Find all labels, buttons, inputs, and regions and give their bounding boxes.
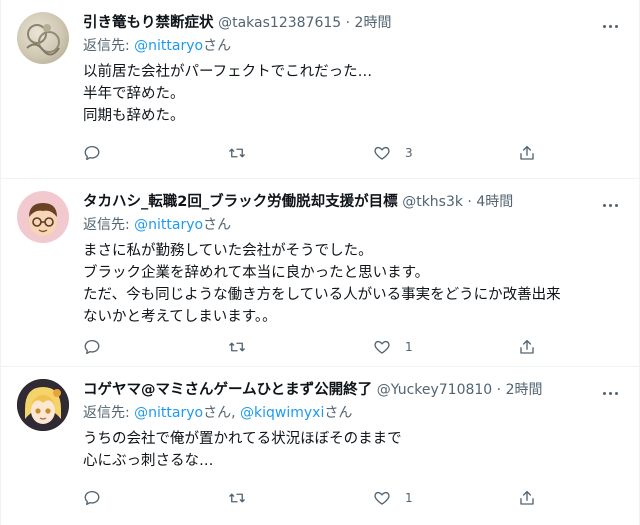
tweet-line: ないかと考えてしまいます。。 [83,309,277,325]
timestamp[interactable]: 2時間 [506,382,543,398]
author-handle[interactable]: @Yuckey710810 [377,382,492,398]
share-icon [520,490,534,505]
replying-suffix: さん [203,217,232,233]
tweet-text: 以前居た会社がパーフェクトでこれだった… 半年で辞めた。 同期も辞めた。 [83,61,627,127]
tweet-actions: 1 [83,488,543,508]
tweet-line: 心にぶっ刺さるな… [83,453,214,469]
more-icon[interactable] [601,195,621,209]
author-handle[interactable]: @takas12387615 [218,15,341,31]
heart-icon [374,146,390,160]
author-name[interactable]: コゲヤマ@マミさんゲームひとまず公開終了 [83,382,372,398]
like-button[interactable]: 1 [373,488,413,508]
replying-label: 返信先: [83,38,135,54]
tweet-text: うちの会社で俺が置かれてる状況ほぼそのままで 心にぶっ刺さるな… [83,428,627,472]
tweet-content: 引き篭もり禁断症状 @takas12387615 · 2時間 返信先: @nit… [83,12,627,127]
replying-label: 返信先: [83,405,135,421]
tweet-line: 同期も辞めた。 [83,108,185,124]
retweet-button[interactable] [228,488,246,508]
reply-button[interactable] [83,488,101,508]
timestamp[interactable]: 4時間 [476,194,513,210]
retweet-icon [229,342,245,352]
more-icon[interactable] [601,383,621,397]
author-name[interactable]: 引き篭もり禁断症状 [83,15,214,31]
tweet-header: タカハシ_転職2回_ブラック労働脱却支援が目標 @tkhs3k · 4時間 [83,191,627,213]
like-count: 3 [405,146,413,160]
share-icon [520,339,534,354]
more-icon[interactable] [601,16,621,30]
tweet[interactable]: コゲヤマ@マミさんゲームひとまず公開終了 @Yuckey710810 · 2時間… [1,367,639,525]
replying-separator: さん, [203,405,241,421]
reply-feed: 引き篭もり禁断症状 @takas12387615 · 2時間 返信先: @nit… [0,0,640,525]
avatar[interactable] [17,12,69,64]
like-button[interactable]: 3 [373,143,413,163]
replying-to: 返信先: @nittaryoさん [83,214,627,236]
retweet-icon [229,493,245,503]
tweet-content: コゲヤマ@マミさんゲームひとまず公開終了 @Yuckey710810 · 2時間… [83,379,627,472]
share-button[interactable] [518,337,536,357]
separator: · [462,194,477,210]
tweet-text: まさに私が勤務していた会社がそうでした。 ブラック企業を辞めれて本当に良かったと… [83,240,627,328]
reply-icon [84,339,100,355]
tweet-line: ブラック企業を辞めれて本当に良かったと思います。 [83,265,430,281]
reply-button[interactable] [83,337,101,357]
tweet-content: タカハシ_転職2回_ブラック労働脱却支援が目標 @tkhs3k · 4時間 返信… [83,191,627,328]
share-button[interactable] [518,143,536,163]
replying-suffix: さん [203,38,232,54]
retweet-button[interactable] [228,337,246,357]
retweet-icon [229,148,245,158]
mention-link[interactable]: @nittaryo [134,405,203,421]
retweet-button[interactable] [228,143,246,163]
tweet-line: 半年で辞めた。 [83,86,185,102]
like-count: 1 [405,340,413,354]
replying-label: 返信先: [83,217,135,233]
tweet[interactable]: タカハシ_転職2回_ブラック労働脱却支援が目標 @tkhs3k · 4時間 返信… [1,179,639,367]
tweet-line: うちの会社で俺が置かれてる状況ほぼそのままで [83,431,402,447]
mention-link[interactable]: @nittaryo [134,38,203,54]
tweet-actions: 1 [83,337,543,357]
reply-button[interactable] [83,143,101,163]
mention-link[interactable]: @kiqwimyxi [240,405,324,421]
reply-icon [84,490,100,506]
reply-icon [84,145,100,161]
tweet-line: 以前居た会社がパーフェクトでこれだった… [83,64,373,80]
mention-link[interactable]: @nittaryo [134,217,203,233]
tweet-header: 引き篭もり禁断症状 @takas12387615 · 2時間 [83,12,627,34]
tweet-line: まさに私が勤務していた会社がそうでした。 [83,243,373,259]
heart-icon [374,491,390,505]
like-button[interactable]: 1 [373,337,413,357]
replying-to: 返信先: @nittaryoさん, @kiqwimyxiさん [83,402,627,424]
separator: · [492,382,506,398]
tweet[interactable]: 引き篭もり禁断症状 @takas12387615 · 2時間 返信先: @nit… [1,0,639,179]
author-handle[interactable]: @tkhs3k [402,194,463,210]
avatar[interactable] [17,379,69,431]
tweet-line: ただ、今も同じような働き方をしている人がいる事実をどうにか改善出来 [83,287,561,303]
author-name[interactable]: タカハシ_転職2回_ブラック労働脱却支援が目標 [83,194,398,210]
replying-suffix: さん [324,405,353,421]
avatar[interactable] [17,191,69,243]
share-button[interactable] [518,488,536,508]
share-icon [520,145,534,160]
separator: · [341,15,355,31]
tweet-header: コゲヤマ@マミさんゲームひとまず公開終了 @Yuckey710810 · 2時間 [83,379,627,401]
replying-to: 返信先: @nittaryoさん [83,35,627,57]
like-count: 1 [405,491,413,505]
tweet-actions: 3 [83,143,543,163]
heart-icon [374,340,390,354]
timestamp[interactable]: 2時間 [355,15,392,31]
